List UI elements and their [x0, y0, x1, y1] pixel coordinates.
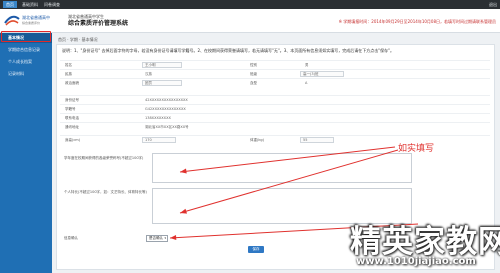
breadcrumb: 首页 · 学期 · 基本情况 [58, 37, 98, 42]
political-value: 团员 [145, 81, 152, 85]
address-value: 湖北省XX市XX区XX路XX号 [145, 125, 189, 129]
student-no-value: G42XXXXXXXXXXXXXX [145, 107, 186, 111]
form-row: 身份证号 42XXXXXXXXXXXXXXXX [60, 95, 490, 103]
form-row: 姓名 王小明 性别 男 [60, 60, 490, 68]
watermark-url: www.1010jiajiao.com [356, 256, 476, 267]
system-title: 综合素质评价管理系统 [68, 20, 129, 27]
confirm-label: 信息确认 [64, 236, 78, 240]
system-subtitle: 湖北省普通高中学生 [68, 14, 104, 19]
height-label: 身高(cm) [65, 138, 81, 142]
sidebar-item-materials[interactable]: 记录材料 [0, 69, 52, 79]
sidebar-highlight-box [1, 31, 51, 42]
name-label: 姓名 [65, 63, 72, 67]
school-logo-icon [4, 15, 20, 26]
sidebar-item-growth-file[interactable]: 个人成长档案 [0, 57, 52, 67]
address-label: 通讯地址 [65, 125, 79, 129]
form-row: 联系电话 138XXXXXXXX [60, 113, 490, 121]
student-no-label: 学籍号 [65, 107, 76, 111]
specialty-label: 个人特长(不超过100字，如：文艺特长、体育特长等) [64, 190, 147, 194]
gender-label: 性别 [250, 63, 257, 67]
form-row: 政治面貌 团员 血型 A [60, 78, 490, 86]
idcard-value: 42XXXXXXXXXXXXXXXX [145, 98, 188, 102]
watermark-text: 精英家教网 [350, 224, 500, 260]
form-row: 民族 汉族 班级 高一(3)班 [60, 69, 490, 77]
top-nav-home[interactable]: 首页 [3, 1, 17, 8]
save-button[interactable]: 保存 [248, 246, 264, 253]
logo-line1: 湖北省普通高中 [22, 15, 50, 20]
app-root: 首页 基础资料 问卷调查 退出 湖北省普通高中 综合素质评价 湖北省普通高中学生… [0, 0, 500, 273]
class-label: 班级 [250, 72, 257, 76]
annotation-fill-truthfully: 如实填写 [398, 144, 435, 154]
weight-label: 体重(kg) [250, 138, 264, 142]
top-bar: 首页 基础资料 问卷调查 退出 [0, 0, 500, 9]
height-value: 170 [145, 138, 152, 142]
name-value: 王小明 [145, 63, 156, 67]
class-value: 高一(3)班 [303, 72, 319, 76]
gender-value: 男 [305, 63, 309, 67]
blood-label: 血型 [250, 81, 257, 85]
form-row: 通讯地址 湖北省XX市XX区XX路XX号 [60, 122, 490, 130]
phone-value: 138XXXXXXXX [145, 116, 171, 120]
sidebar: 基本情况 学期综合信息记录 个人成长档案 记录材料 [0, 33, 52, 273]
form-description: 说明：1、"身份证号" 去掉后面字符的字母，若没有身份证号请填写学籍号。2、在校… [62, 48, 394, 53]
confirm-select-value: 是否确认 [149, 236, 163, 240]
honors-textarea[interactable] [152, 153, 412, 183]
political-label: 政治面貌 [65, 81, 79, 85]
ethnic-value: 汉族 [145, 72, 152, 76]
logo-line2: 综合素质评价 [22, 21, 41, 25]
weight-value: 55 [303, 138, 308, 142]
confirm-select[interactable]: 是否确认 ▾ [146, 235, 168, 242]
phone-label: 联系电话 [65, 116, 79, 120]
honors-label: 学年度在校期间获得的各级荣誉称号(不超过100字) [64, 156, 144, 160]
form-row: 学籍号 G42XXXXXXXXXXXXXX [60, 104, 490, 112]
top-nav-basic[interactable]: 基础资料 [22, 1, 38, 8]
top-nav-survey[interactable]: 问卷调查 [44, 1, 60, 8]
header: 湖北省普通高中 综合素质评价 湖北省普通高中学生 综合素质评价管理系统 ※ 学期… [0, 9, 500, 33]
ethnic-label: 民族 [65, 72, 72, 76]
blood-value: A [305, 81, 308, 85]
sidebar-item-term-record[interactable]: 学期综合信息记录 [0, 45, 52, 55]
chevron-down-icon: ▾ [164, 236, 166, 240]
idcard-label: 身份证号 [65, 98, 79, 102]
logout-link[interactable]: 退出 [489, 1, 497, 8]
deadline-notice: ※ 学期填报时间：2014年09月29日至2014年10月08日，若填写时间过期… [338, 19, 496, 24]
